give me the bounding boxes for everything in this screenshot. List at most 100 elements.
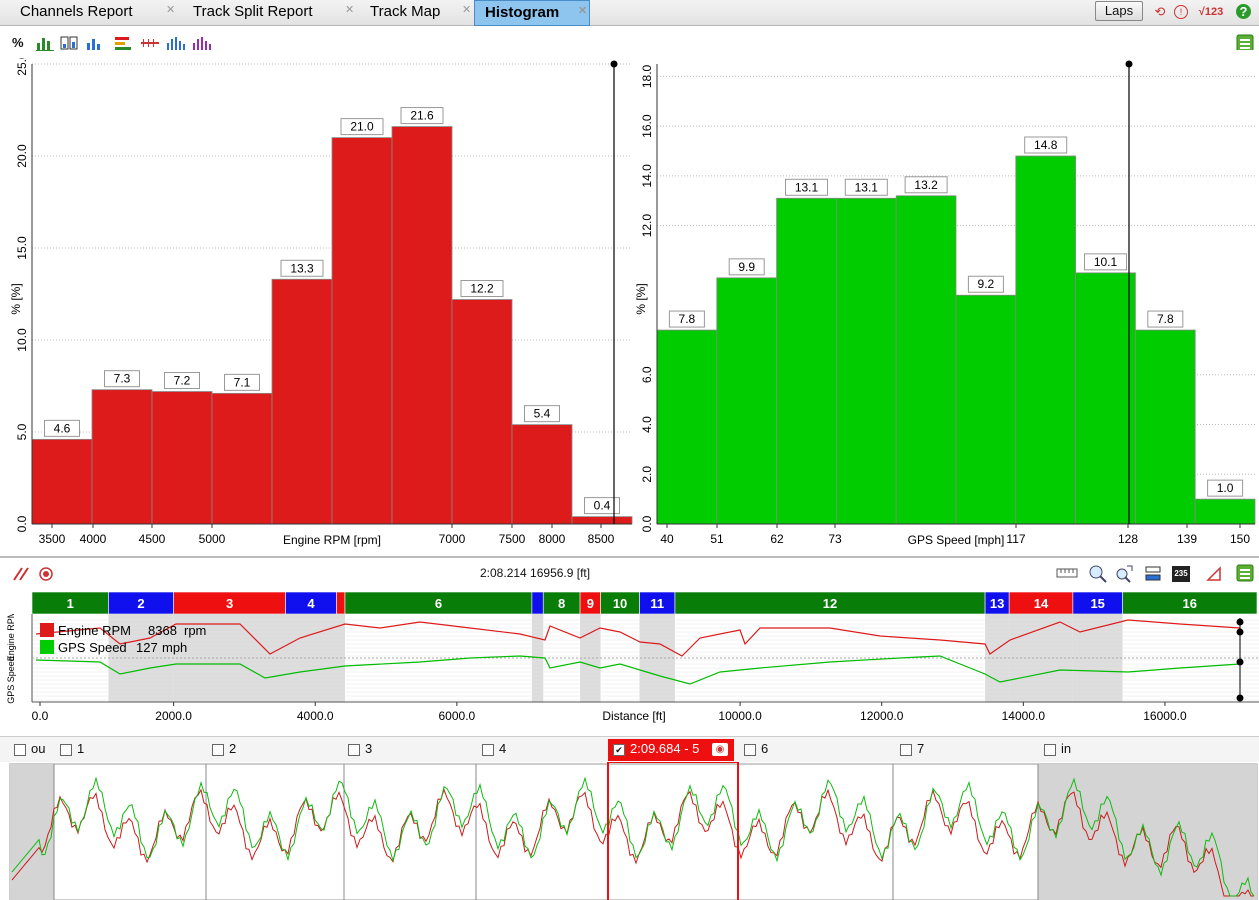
lap-label: 6: [761, 741, 769, 756]
split-view-icon[interactable]: [60, 35, 78, 51]
bar-value-label: 7.2: [174, 374, 191, 388]
layout-icon[interactable]: [1144, 564, 1164, 584]
zoom-out-icon[interactable]: [1114, 564, 1134, 584]
segment-mini[interactable]: [531, 592, 544, 614]
menu-icon[interactable]: [1236, 564, 1254, 582]
close-tab-icon[interactable]: ✕: [166, 0, 175, 22]
bar-value-label: 0.4: [594, 499, 611, 513]
distance-tick-label: 4000.0: [297, 709, 334, 723]
lap-label: 3: [365, 741, 373, 756]
histogram-bar[interactable]: [391, 126, 453, 525]
rpm-histogram: 4.6 7.3 7.2 7.1 13.3 21.0 21.6 12.2 5.4 0.4 0.0 5.…: [9, 58, 633, 547]
laps-button[interactable]: Laps: [1095, 1, 1143, 21]
segment-label: 6: [435, 596, 442, 611]
bar-value-label: 9.2: [978, 277, 995, 291]
trace-cursor-handle[interactable]: [1236, 694, 1244, 702]
histogram-bar[interactable]: [91, 389, 153, 525]
math-channel-icon[interactable]: √123: [1196, 4, 1226, 20]
rpm-bars: 4.6 7.3 7.2 7.1 13.3 21.0 21.6 12.2 5.4 0.4: [31, 107, 633, 525]
histogram-bar[interactable]: [895, 195, 957, 525]
tab-channels-report[interactable]: Channels Report ✕: [2, 0, 175, 26]
track-icon[interactable]: ⟲: [1152, 4, 1168, 20]
percent-icon[interactable]: %: [12, 35, 24, 51]
close-tab-icon[interactable]: ✕: [462, 0, 471, 22]
histogram-bar[interactable]: [331, 137, 393, 525]
speed-y-axis-label: % [%]: [634, 283, 648, 314]
lap-checkbox[interactable]: [348, 744, 360, 756]
lap-checkbox[interactable]: [212, 744, 224, 756]
histogram-bar[interactable]: [31, 438, 93, 525]
trace-cursor-handle[interactable]: [1236, 628, 1244, 636]
speed-cursor-handle[interactable]: [1125, 60, 1133, 68]
histogram-bar[interactable]: [571, 516, 633, 525]
segment-label: 12: [823, 596, 837, 611]
tab-label: Track Split Report: [193, 3, 313, 20]
lap-checkbox[interactable]: [1044, 744, 1056, 756]
histogram-bar[interactable]: [716, 277, 778, 525]
lap-label: 2:09.684 - 5: [630, 741, 700, 756]
trace-cursor-handle[interactable]: [1236, 658, 1244, 666]
histogram-bar[interactable]: [835, 197, 897, 525]
distance-tick-label: 14000.0: [1002, 709, 1046, 723]
slash-lines-icon[interactable]: [12, 566, 32, 582]
rpm-legend-name: Engine RPM: [58, 623, 131, 638]
zoom-in-icon[interactable]: [1088, 564, 1108, 584]
help-icon[interactable]: ?: [1236, 4, 1251, 19]
y-tick-label: 4.0: [640, 416, 654, 433]
close-tab-icon[interactable]: ✕: [578, 0, 587, 23]
x-tick-label: 3500: [39, 532, 66, 546]
histogram-bar[interactable]: [656, 329, 718, 525]
histogram-bar[interactable]: [151, 391, 213, 525]
lap-checkbox[interactable]: [900, 744, 912, 756]
histogram-bar[interactable]: [451, 299, 513, 525]
tab-track-map[interactable]: Track Map ✕: [352, 0, 471, 26]
histogram-bar[interactable]: [271, 278, 333, 525]
inlap-shade: [1038, 764, 1257, 900]
lap-checkbox[interactable]: ✔: [613, 744, 625, 756]
bar-value-label: 13.2: [914, 178, 938, 192]
stopwatch-icon[interactable]: !: [1174, 5, 1188, 19]
y-tick-label: 20.0: [15, 144, 29, 168]
ruler-icon[interactable]: [1056, 566, 1078, 582]
rpm-cursor-handle[interactable]: [610, 60, 618, 68]
purple-multi-bar-icon[interactable]: [192, 35, 212, 51]
bar-value-label: 9.9: [738, 260, 755, 274]
histogram-bar[interactable]: [1194, 498, 1256, 525]
segment-mini[interactable]: [336, 592, 346, 614]
triangle-icon[interactable]: [1206, 566, 1222, 582]
lap-checkbox[interactable]: [744, 744, 756, 756]
menu-icon[interactable]: [1236, 34, 1254, 50]
range-icon[interactable]: [140, 35, 160, 51]
tab-track-split-report[interactable]: Track Split Report ✕: [175, 0, 354, 26]
histogram-bar[interactable]: [776, 197, 837, 525]
horizontal-bars-icon[interactable]: [114, 35, 132, 51]
record-icon[interactable]: [38, 566, 54, 582]
trace-cursor-handle[interactable]: [1236, 618, 1244, 626]
histogram-bar[interactable]: [211, 392, 273, 525]
histogram-bar[interactable]: [955, 294, 1017, 525]
lap-checkbox[interactable]: [60, 744, 72, 756]
histogram-bar[interactable]: [511, 424, 573, 525]
segment-label: 14: [1034, 596, 1049, 611]
lap-checkbox[interactable]: [482, 744, 494, 756]
y-tick-label: 16.0: [640, 114, 654, 138]
histogram-bar[interactable]: [1134, 329, 1196, 525]
lap-toggle-6[interactable]: ✔ 2:09.684 - 5 ◉: [608, 739, 734, 761]
x-tick-label: 7000: [439, 532, 466, 546]
x-tick-label: 62: [770, 532, 784, 546]
histogram-bar[interactable]: [1015, 155, 1076, 525]
bar-value-label: 1.0: [1217, 481, 1234, 495]
histogram-bar[interactable]: [1075, 272, 1136, 525]
x-tick-label: 117: [1006, 532, 1025, 546]
blue-bar-chart-icon[interactable]: [86, 35, 104, 51]
counter-badge[interactable]: 235: [1172, 566, 1190, 582]
green-bar-chart-icon[interactable]: [36, 35, 54, 51]
rpm-y-axis-label: % [%]: [9, 283, 23, 314]
lap-checkbox[interactable]: [14, 744, 26, 756]
eye-icon[interactable]: ◉: [712, 743, 728, 756]
lap-label: 1: [77, 741, 85, 756]
blue-multi-bar-icon[interactable]: [166, 35, 186, 51]
y-tick-label: 0.0: [640, 515, 654, 532]
tab-histogram[interactable]: Histogram ✕: [474, 0, 590, 26]
y-tick-label: 2.0: [640, 466, 654, 483]
